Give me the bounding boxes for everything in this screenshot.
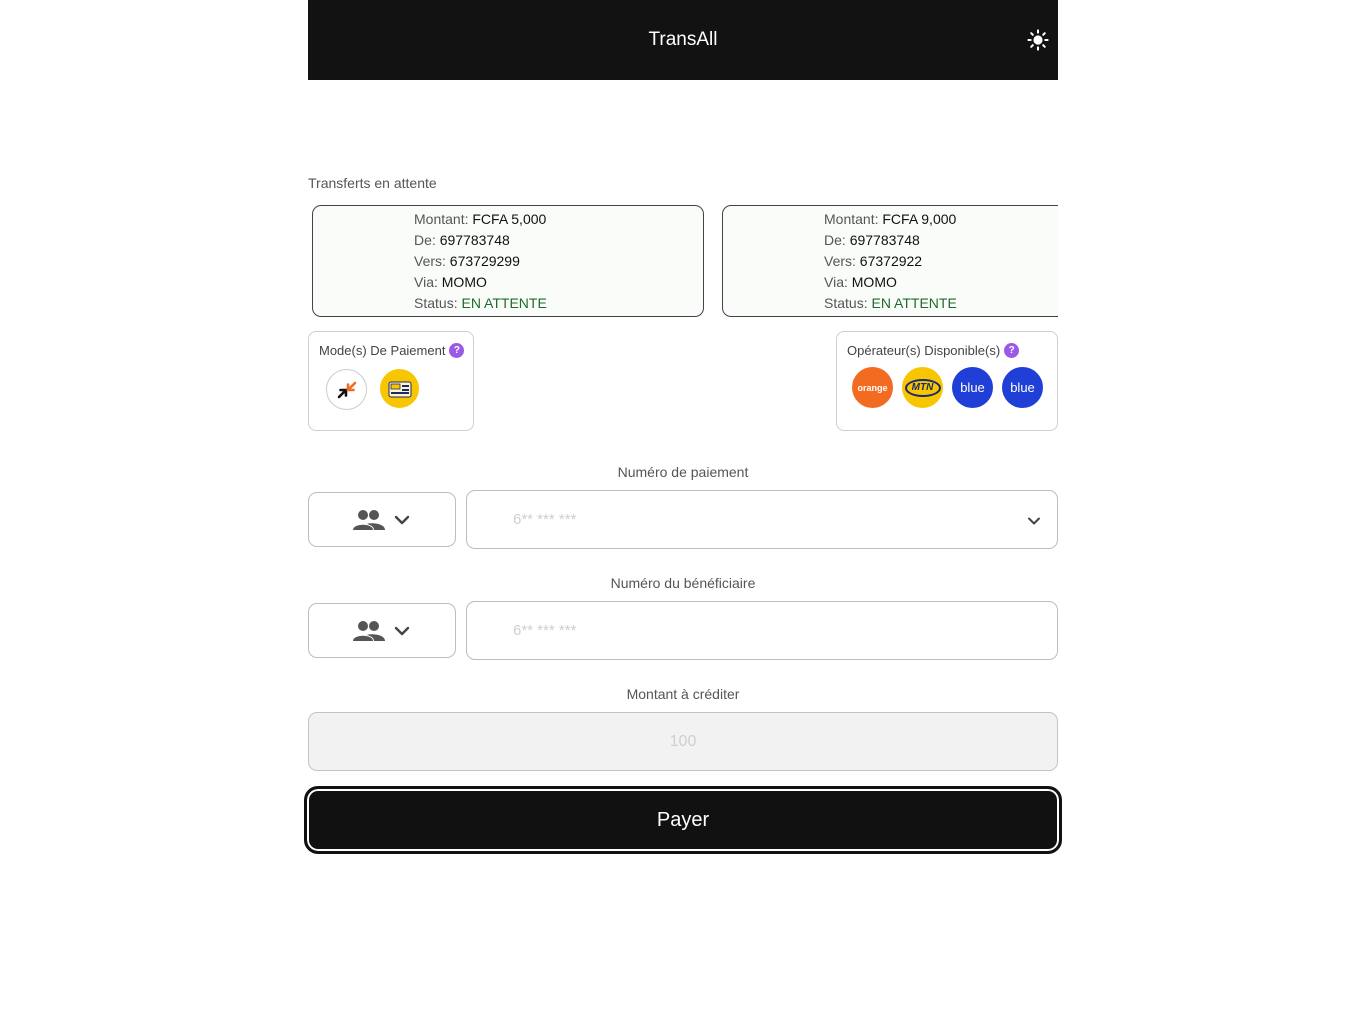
pending-transfers-label: Transferts en attente xyxy=(308,175,437,191)
transfer-to: 673729299 xyxy=(449,253,520,269)
payment-contacts-button[interactable] xyxy=(308,492,456,547)
help-icon[interactable]: ? xyxy=(1004,343,1020,358)
operators-title-text: Opérateur(s) Disponible(s) xyxy=(847,343,1001,358)
transfer-card[interactable]: Montant: FCFA 5,000 De: 697783748 Vers: … xyxy=(312,205,704,317)
chevron-down-icon xyxy=(394,515,410,524)
transfer-from: 697783748 xyxy=(849,232,920,248)
blue-logo-text: blue xyxy=(960,380,985,395)
amount-label: Montant à créditer xyxy=(626,686,740,702)
transfer-via: MOMO xyxy=(851,274,897,290)
transfer-amount: FCFA 5,000 xyxy=(472,211,547,227)
transfer-card[interactable]: Montant: FCFA 9,000 De: 697783748 Vers: … xyxy=(722,205,1058,317)
chevron-down-icon xyxy=(394,626,410,635)
via-key: Via: xyxy=(414,274,438,290)
payment-number-label: Numéro de paiement xyxy=(617,464,749,480)
transfer-to: 67372922 xyxy=(859,253,923,269)
amount-key: Montant: xyxy=(414,211,469,227)
beneficiary-number-label: Numéro du bénéficiaire xyxy=(610,575,756,591)
to-key: Vers: xyxy=(824,253,856,269)
amount-input[interactable] xyxy=(309,713,1057,770)
beneficiary-number-field[interactable] xyxy=(466,601,1058,660)
transfer-amount: FCFA 9,000 xyxy=(882,211,957,227)
blue-logo-text: blue xyxy=(1010,380,1035,395)
payment-modes-box: Mode(s) De Paiement ? xyxy=(308,331,474,431)
amount-key: Montant: xyxy=(824,211,879,227)
orange-logo-text: orange xyxy=(857,382,888,393)
app-title: TransAll xyxy=(648,29,718,50)
payment-modes-title-text: Mode(s) De Paiement xyxy=(319,343,446,358)
payment-modes-title: Mode(s) De Paiement ? xyxy=(319,343,465,358)
chevron-down-icon[interactable] xyxy=(1025,512,1043,530)
pending-transfers-list[interactable]: Montant: FCFA 5,000 De: 697783748 Vers: … xyxy=(308,205,1058,318)
sun-icon[interactable] xyxy=(1026,28,1050,52)
to-key: Vers: xyxy=(414,253,446,269)
amount-field[interactable] xyxy=(308,712,1058,771)
from-key: De: xyxy=(824,232,846,248)
orange-money-logo[interactable] xyxy=(326,369,367,410)
payment-number-input[interactable] xyxy=(513,491,1013,548)
mtn-logo-text: MTN xyxy=(904,378,941,397)
mtn-operator-logo[interactable]: MTN xyxy=(902,367,943,408)
pay-button[interactable]: Payer xyxy=(304,786,1062,854)
status-key: Status: xyxy=(824,295,868,311)
beneficiary-number-input[interactable] xyxy=(513,602,1013,659)
people-icon xyxy=(353,509,385,530)
help-icon[interactable]: ? xyxy=(449,343,465,358)
via-key: Via: xyxy=(824,274,848,290)
app-header: TransAll xyxy=(308,0,1058,80)
people-icon xyxy=(353,620,385,641)
operators-title: Opérateur(s) Disponible(s) ? xyxy=(847,343,1020,358)
mtn-mobile-money-logo[interactable] xyxy=(380,369,419,408)
status-key: Status: xyxy=(414,295,458,311)
orange-operator-logo[interactable]: orange xyxy=(852,367,893,408)
from-key: De: xyxy=(414,232,436,248)
app-container: TransAll Transferts en attente Montant: … xyxy=(304,0,1062,1024)
beneficiary-contacts-button[interactable] xyxy=(308,603,456,658)
blue-operator-logo[interactable]: blue xyxy=(952,367,993,408)
transfer-from: 697783748 xyxy=(439,232,510,248)
payment-number-select[interactable] xyxy=(466,490,1058,549)
transfer-status: EN ATTENTE xyxy=(871,295,957,311)
transfer-via: MOMO xyxy=(441,274,487,290)
blue-operator-logo[interactable]: blue xyxy=(1002,367,1043,408)
operators-box: Opérateur(s) Disponible(s) ? orange MTN … xyxy=(836,331,1058,431)
transfer-status: EN ATTENTE xyxy=(461,295,547,311)
